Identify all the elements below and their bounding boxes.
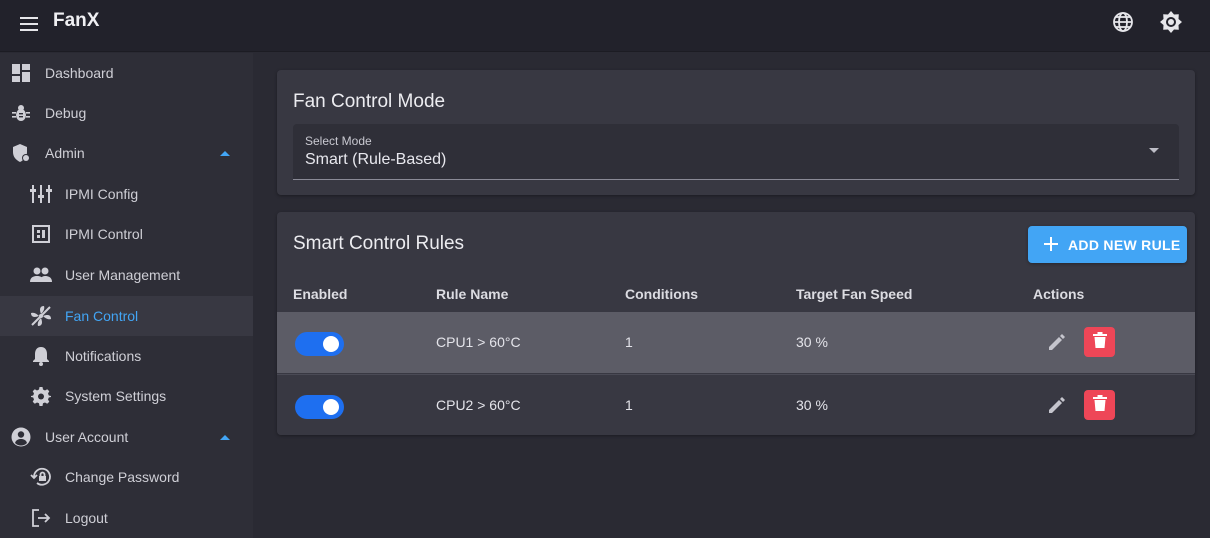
trash-icon <box>1092 394 1107 416</box>
smart-control-rules-card: Smart Control Rules ADD NEW RULE Enabled… <box>277 212 1195 435</box>
sidebar-item-label: Admin <box>45 145 85 161</box>
chip-icon <box>30 223 52 245</box>
fan-control-mode-card: Fan Control Mode Select Mode Smart (Rule… <box>277 70 1195 195</box>
pencil-icon[interactable] <box>1045 393 1069 417</box>
sidebar-item-label: Notifications <box>65 348 142 364</box>
table-row: CPU1 > 60°C 1 30 % <box>277 312 1195 373</box>
globe-icon[interactable] <box>1111 10 1135 34</box>
chevron-up-icon[interactable] <box>219 431 231 443</box>
dropdown-caret-icon[interactable] <box>1149 148 1159 153</box>
pencil-icon[interactable] <box>1045 330 1069 354</box>
app-title: FanX <box>53 10 100 31</box>
sidebar-item-label: Debug <box>45 105 87 121</box>
sidebar-item-ipmi-config[interactable]: IPMI Config <box>0 174 253 214</box>
sidebar-item-label: User Management <box>65 267 181 283</box>
fan-icon <box>30 305 52 327</box>
column-header: Actions <box>1033 286 1085 302</box>
sidebar-item-system-settings[interactable]: System Settings <box>0 376 253 416</box>
sidebar-item-label: Logout <box>65 510 108 526</box>
top-app-bar: FanX <box>0 0 1210 52</box>
sidebar-item-label: Dashboard <box>45 65 114 81</box>
bell-icon <box>30 345 52 367</box>
select-value: Smart (Rule-Based) <box>305 151 447 168</box>
column-header: Conditions <box>625 286 699 302</box>
chevron-up-icon[interactable] <box>219 147 231 159</box>
sidebar-item-admin[interactable]: Admin <box>0 133 253 173</box>
delete-rule-button[interactable] <box>1084 327 1115 357</box>
menu-icon[interactable] <box>18 13 40 35</box>
rule-conditions: 1 <box>625 334 633 350</box>
rule-name: CPU2 > 60°C <box>436 397 521 413</box>
plus-icon <box>1042 235 1060 253</box>
column-header: Enabled <box>293 286 348 302</box>
sidebar-item-fan-control[interactable]: Fan Control <box>0 296 253 336</box>
sidebar-item-user-account[interactable]: User Account <box>0 417 253 457</box>
mode-select[interactable]: Select Mode Smart (Rule-Based) <box>293 124 1179 180</box>
card-title: Fan Control Mode <box>293 91 446 112</box>
enabled-toggle[interactable] <box>295 332 344 356</box>
rule-target-speed: 30 % <box>796 397 828 413</box>
lock-reset-icon <box>30 466 52 488</box>
sidebar: Dashboard Debug Admin IPMI Config IPMI C… <box>0 53 253 538</box>
rule-conditions: 1 <box>625 397 633 413</box>
sidebar-item-change-password[interactable]: Change Password <box>0 457 253 497</box>
table-row: CPU2 > 60°C 1 30 % <box>277 374 1195 435</box>
sidebar-item-label: Fan Control <box>65 308 139 324</box>
select-label: Select Mode <box>305 134 372 148</box>
add-new-rule-button[interactable]: ADD NEW RULE <box>1028 226 1187 263</box>
trash-icon <box>1092 331 1107 353</box>
people-icon <box>30 264 52 286</box>
rule-name: CPU1 > 60°C <box>436 334 521 350</box>
admin-shield-icon <box>10 142 32 164</box>
enabled-toggle[interactable] <box>295 395 344 419</box>
sidebar-item-label: User Account <box>45 429 129 445</box>
logout-icon <box>30 507 52 529</box>
sidebar-item-label: Change Password <box>65 469 180 485</box>
account-circle-icon <box>10 426 32 448</box>
add-new-rule-label: ADD NEW RULE <box>1068 237 1181 253</box>
dashboard-icon <box>10 62 32 84</box>
toggle-knob <box>323 336 339 352</box>
column-header: Target Fan Speed <box>796 286 913 302</box>
sidebar-item-ipmi-control[interactable]: IPMI Control <box>0 214 253 254</box>
card-title: Smart Control Rules <box>293 233 465 254</box>
sliders-icon <box>30 183 52 205</box>
sidebar-item-debug[interactable]: Debug <box>0 93 253 133</box>
column-header: Rule Name <box>436 286 509 302</box>
toggle-knob <box>323 399 339 415</box>
sidebar-item-user-management[interactable]: User Management <box>0 255 253 295</box>
bug-icon <box>10 102 32 124</box>
sidebar-item-label: IPMI Config <box>65 186 139 202</box>
sidebar-item-notifications[interactable]: Notifications <box>0 336 253 376</box>
gear-icon <box>30 385 52 407</box>
sidebar-item-label: IPMI Control <box>65 226 143 242</box>
rule-target-speed: 30 % <box>796 334 828 350</box>
delete-rule-button[interactable] <box>1084 390 1115 420</box>
theme-brightness-icon[interactable] <box>1159 10 1183 34</box>
sidebar-item-label: System Settings <box>65 388 167 404</box>
sidebar-item-dashboard[interactable]: Dashboard <box>0 53 253 93</box>
sidebar-item-logout[interactable]: Logout <box>0 498 253 538</box>
